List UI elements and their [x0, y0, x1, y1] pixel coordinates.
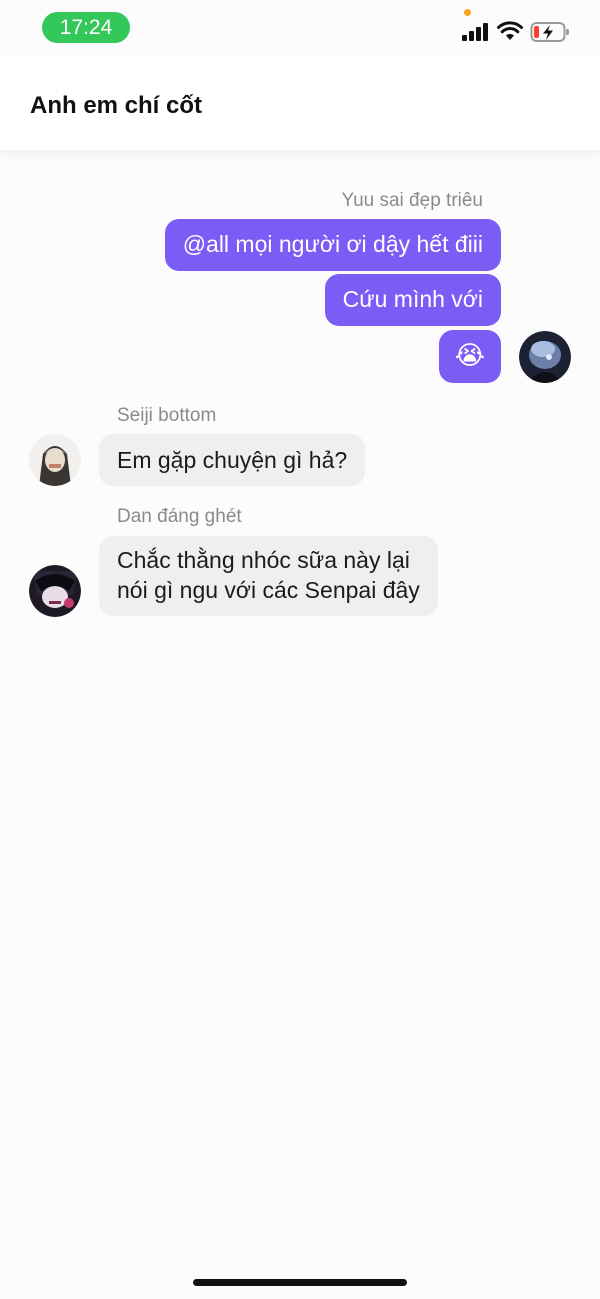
wifi-icon	[497, 21, 523, 40]
signal-icon	[462, 23, 488, 41]
sender-name: Seiji bottom	[117, 405, 217, 426]
message-line: nói gì ngu với các Senpai đây	[117, 577, 420, 603]
status-bar: 17:24	[0, 0, 600, 56]
message-line: Chắc thằng nhóc sữa này lại	[117, 547, 410, 573]
message-bubble[interactable]: Em gặp chuyện gì hả?	[99, 434, 366, 486]
message-bubble[interactable]: @all mọi người ơi dậy hết điii	[164, 219, 501, 271]
privacy-indicator-dot	[464, 9, 471, 16]
message-bubble[interactable]: Chắc thằng nhóc sữa này lại nói gì ngu v…	[99, 536, 438, 616]
status-time[interactable]: 17:24	[42, 12, 130, 43]
message-list[interactable]: Yuu sai đẹp triêu @all mọi người ơi dậy …	[0, 150, 600, 1250]
avatar[interactable]	[29, 434, 81, 486]
sender-name: Dan đáng ghét	[117, 506, 242, 527]
message-bubble-emoji[interactable]: 😭	[438, 330, 501, 383]
avatar[interactable]	[29, 565, 81, 617]
home-indicator[interactable]	[193, 1279, 407, 1286]
avatar[interactable]	[519, 331, 571, 383]
battery-charging-icon	[530, 22, 569, 42]
chat-title[interactable]: Anh em chí cốt	[30, 92, 202, 120]
message-bubble[interactable]: Cứu mình với	[324, 274, 501, 326]
chat-header: Anh em chí cốt	[0, 56, 600, 150]
sender-name: Yuu sai đẹp triêu	[341, 190, 483, 211]
